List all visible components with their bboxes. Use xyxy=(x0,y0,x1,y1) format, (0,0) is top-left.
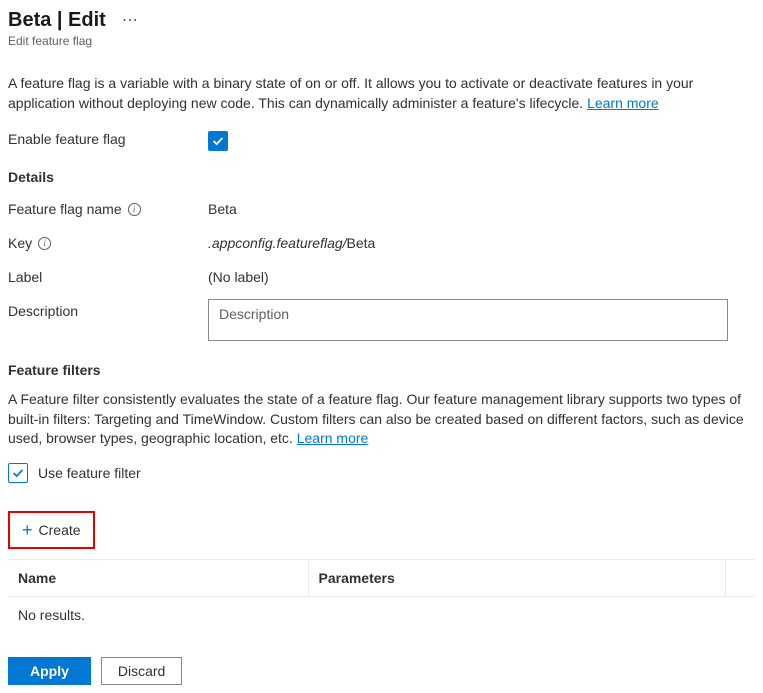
description-label: Description xyxy=(8,299,208,319)
check-icon xyxy=(11,466,25,480)
filters-learn-more-link[interactable]: Learn more xyxy=(297,430,369,446)
create-button[interactable]: + Create xyxy=(12,515,91,545)
key-suffix: Beta xyxy=(347,235,376,251)
key-prefix: .appconfig.featureflag/ xyxy=(208,235,347,251)
page-subtitle: Edit feature flag xyxy=(8,34,755,48)
plus-icon: + xyxy=(22,521,33,539)
filters-intro-body: A Feature filter consistently evaluates … xyxy=(8,391,744,446)
create-button-label: Create xyxy=(39,522,81,538)
more-icon[interactable]: ⋯ xyxy=(118,8,143,32)
discard-button[interactable]: Discard xyxy=(101,657,182,685)
enable-flag-label: Enable feature flag xyxy=(8,131,208,147)
col-name[interactable]: Name xyxy=(8,559,308,596)
label-label: Label xyxy=(8,265,208,285)
label-value: (No label) xyxy=(208,265,755,285)
enable-flag-checkbox[interactable] xyxy=(208,131,228,151)
flag-name-label: Feature flag name xyxy=(8,201,122,217)
filters-table: Name Parameters No results. xyxy=(8,559,755,633)
info-icon[interactable]: i xyxy=(38,237,51,250)
create-button-highlight: + Create xyxy=(8,511,95,549)
intro-learn-more-link[interactable]: Learn more xyxy=(587,95,659,111)
check-icon xyxy=(211,134,225,148)
key-label: Key xyxy=(8,235,32,251)
no-results: No results. xyxy=(8,596,755,633)
col-actions xyxy=(725,559,755,596)
filters-heading: Feature filters xyxy=(8,362,755,378)
key-value: .appconfig.featureflag/Beta xyxy=(208,231,755,251)
table-row-empty: No results. xyxy=(8,596,755,633)
use-filter-label: Use feature filter xyxy=(38,465,141,481)
info-icon[interactable]: i xyxy=(128,203,141,216)
details-heading: Details xyxy=(8,169,755,185)
flag-name-value: Beta xyxy=(208,197,755,217)
page-title: Beta | Edit xyxy=(8,9,106,32)
filters-intro: A Feature filter consistently evaluates … xyxy=(8,390,755,449)
description-input[interactable] xyxy=(208,299,728,341)
use-filter-checkbox[interactable] xyxy=(8,463,28,483)
intro-text: A feature flag is a variable with a bina… xyxy=(8,74,755,113)
apply-button[interactable]: Apply xyxy=(8,657,91,685)
col-parameters[interactable]: Parameters xyxy=(308,559,725,596)
